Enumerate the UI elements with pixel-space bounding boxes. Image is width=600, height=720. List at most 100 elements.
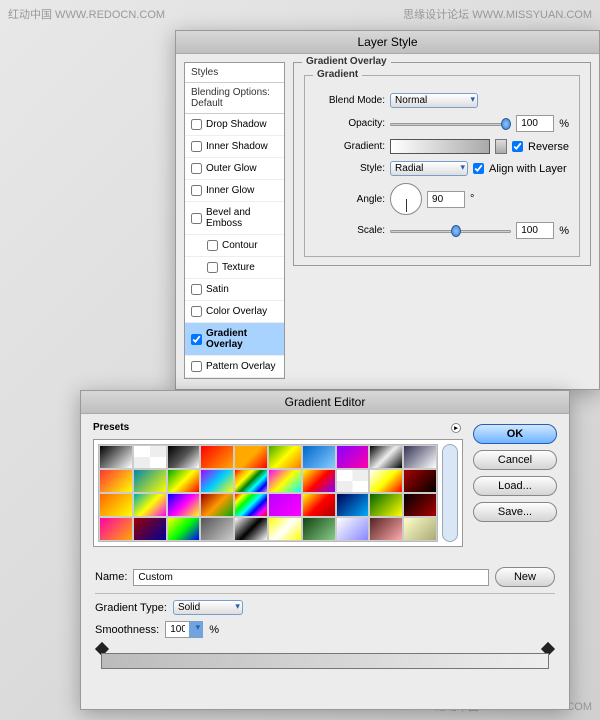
name-input[interactable] <box>133 569 489 586</box>
preset-swatch[interactable] <box>302 493 336 517</box>
gradient-editor-dialog: Gradient Editor Presets ▸ OK Cancel Load… <box>80 390 570 710</box>
smoothness-input[interactable] <box>165 621 203 638</box>
effect-item-bevel-and-emboss[interactable]: Bevel and Emboss <box>185 202 284 235</box>
angle-dial[interactable] <box>390 183 422 215</box>
preset-swatch[interactable] <box>200 517 234 541</box>
preset-swatch[interactable] <box>369 445 403 469</box>
effect-item-inner-glow[interactable]: Inner Glow <box>185 180 284 202</box>
preset-swatch[interactable] <box>268 517 302 541</box>
effect-item-texture[interactable]: Texture <box>185 257 284 279</box>
preset-swatch[interactable] <box>268 469 302 493</box>
preset-swatch[interactable] <box>234 469 268 493</box>
load-button[interactable]: Load... <box>473 476 557 496</box>
gradient-overlay-panel: Gradient Overlay Gradient Blend Mode: No… <box>293 62 591 266</box>
preset-swatch[interactable] <box>99 445 133 469</box>
scale-slider[interactable] <box>390 224 511 238</box>
effect-checkbox[interactable] <box>191 361 202 372</box>
effect-checkbox[interactable] <box>207 262 218 273</box>
effect-checkbox[interactable] <box>191 119 202 130</box>
presets-scrollbar[interactable] <box>442 444 458 542</box>
preset-swatch[interactable] <box>133 493 167 517</box>
preset-swatch[interactable] <box>200 445 234 469</box>
preset-swatch[interactable] <box>167 469 201 493</box>
effect-item-outer-glow[interactable]: Outer Glow <box>185 158 284 180</box>
effect-checkbox[interactable] <box>191 163 202 174</box>
preset-swatch[interactable] <box>234 493 268 517</box>
preset-swatch[interactable] <box>167 493 201 517</box>
preset-swatch[interactable] <box>99 493 133 517</box>
scale-unit: % <box>559 225 569 237</box>
preset-swatch[interactable] <box>336 517 370 541</box>
preset-swatch[interactable] <box>99 517 133 541</box>
opacity-input[interactable] <box>516 115 554 132</box>
presets-box <box>93 439 463 547</box>
effect-item-satin[interactable]: Satin <box>185 279 284 301</box>
preset-swatch[interactable] <box>234 517 268 541</box>
effect-label: Contour <box>222 240 258 251</box>
new-button[interactable]: New <box>495 567 555 587</box>
ok-button[interactable]: OK <box>473 424 557 444</box>
style-label: Style: <box>315 163 385 174</box>
preset-swatch[interactable] <box>133 517 167 541</box>
effect-item-pattern-overlay[interactable]: Pattern Overlay <box>185 356 284 378</box>
preset-swatch[interactable] <box>302 469 336 493</box>
preset-swatch[interactable] <box>336 493 370 517</box>
effect-item-contour[interactable]: Contour <box>185 235 284 257</box>
preset-swatch[interactable] <box>403 493 437 517</box>
effect-checkbox[interactable] <box>191 141 202 152</box>
preset-swatch[interactable] <box>336 445 370 469</box>
preset-swatch[interactable] <box>268 445 302 469</box>
preset-swatch[interactable] <box>369 517 403 541</box>
preset-swatch[interactable] <box>133 469 167 493</box>
effect-item-drop-shadow[interactable]: Drop Shadow <box>185 114 284 136</box>
preset-swatch[interactable] <box>200 469 234 493</box>
cancel-button[interactable]: Cancel <box>473 450 557 470</box>
angle-label: Angle: <box>315 194 385 205</box>
preset-swatch[interactable] <box>167 445 201 469</box>
preset-swatch[interactable] <box>403 469 437 493</box>
gradient-type-select[interactable]: Solid <box>173 600 243 615</box>
opacity-slider[interactable] <box>390 117 511 131</box>
blending-options-header[interactable]: Blending Options: Default <box>185 83 284 114</box>
save-button[interactable]: Save... <box>473 502 557 522</box>
preset-swatch[interactable] <box>403 517 437 541</box>
preset-swatch[interactable] <box>133 445 167 469</box>
preset-swatch[interactable] <box>268 493 302 517</box>
effect-checkbox[interactable] <box>191 213 202 224</box>
preset-swatch[interactable] <box>167 517 201 541</box>
effect-item-inner-shadow[interactable]: Inner Shadow <box>185 136 284 158</box>
gradient-dropdown-icon[interactable] <box>495 139 507 154</box>
preset-swatch[interactable] <box>99 469 133 493</box>
preset-swatch[interactable] <box>403 445 437 469</box>
effect-checkbox[interactable] <box>207 240 218 251</box>
preset-swatch[interactable] <box>302 517 336 541</box>
blend-mode-select[interactable]: Normal <box>390 93 478 108</box>
scale-label: Scale: <box>315 225 385 236</box>
preset-swatch[interactable] <box>234 445 268 469</box>
panel-title: Gradient Overlay <box>302 56 391 67</box>
preset-swatch[interactable] <box>200 493 234 517</box>
scale-input[interactable] <box>516 222 554 239</box>
gradient-subtitle: Gradient <box>313 69 362 80</box>
effect-checkbox[interactable] <box>191 334 202 345</box>
preset-swatch[interactable] <box>302 445 336 469</box>
style-select[interactable]: Radial <box>390 161 468 176</box>
reverse-label: Reverse <box>528 141 569 153</box>
effect-checkbox[interactable] <box>191 284 202 295</box>
effect-item-color-overlay[interactable]: Color Overlay <box>185 301 284 323</box>
effect-checkbox[interactable] <box>191 185 202 196</box>
angle-input[interactable] <box>427 191 465 208</box>
styles-header[interactable]: Styles <box>185 63 284 83</box>
preset-swatch[interactable] <box>369 469 403 493</box>
presets-menu-icon[interactable]: ▸ <box>451 423 461 433</box>
effects-list: Styles Blending Options: Default Drop Sh… <box>184 62 285 379</box>
effect-item-gradient-overlay[interactable]: Gradient Overlay <box>185 323 284 356</box>
align-checkbox[interactable] <box>473 163 484 174</box>
presets-label: Presets <box>93 422 129 433</box>
gradient-bar[interactable] <box>95 644 555 678</box>
preset-swatch[interactable] <box>336 469 370 493</box>
effect-checkbox[interactable] <box>191 306 202 317</box>
gradient-swatch[interactable] <box>390 139 490 154</box>
reverse-checkbox[interactable] <box>512 141 523 152</box>
preset-swatch[interactable] <box>369 493 403 517</box>
